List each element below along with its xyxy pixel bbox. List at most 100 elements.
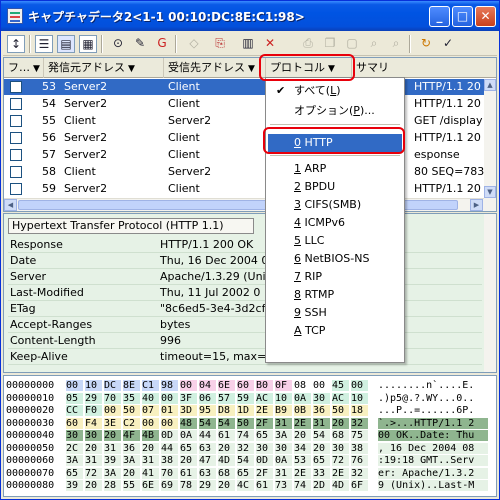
maximize-button[interactable]: □: [452, 6, 473, 27]
hex-byte: F0: [85, 405, 102, 416]
protocol-filter-menu: ✔ すべて(L) オプション(P)... 0 HTTP 1 ARP 2 BPDU 3 C…: [265, 77, 405, 363]
hex-byte: 70: [104, 392, 121, 404]
hex-byte: DC: [104, 380, 121, 391]
packet-list-view-icon[interactable]: ☰: [35, 35, 53, 53]
go-icon[interactable]: G: [153, 35, 171, 53]
column-header-summary[interactable]: サマリ: [352, 58, 496, 78]
table-row[interactable]: 59 Server2 Client HTTP/1.1 20: [4, 181, 484, 197]
hex-byte: 29: [85, 392, 102, 404]
row-checkbox[interactable]: [10, 132, 22, 144]
menu-item-protocol[interactable]: A TCP: [268, 322, 402, 340]
row-checkbox[interactable]: [10, 149, 22, 161]
detail-row[interactable]: Date Thu, 16 Dec 2004 0: [8, 253, 482, 269]
menu-item-protocol[interactable]: 7 RIP: [268, 268, 402, 286]
column-header-destination[interactable]: 受信先アドレス ▼: [164, 58, 266, 78]
table-row[interactable]: 54 Server2 Client HTTP/1.1 20: [4, 96, 484, 112]
hex-byte: 31: [275, 467, 292, 479]
find-icon[interactable]: ⌕: [365, 35, 383, 53]
toolbar-separator: [175, 35, 177, 53]
hex-view-icon[interactable]: ▦: [79, 35, 97, 53]
split-view-icon[interactable]: ↕: [7, 35, 25, 53]
menu-item-protocol[interactable]: 3 CIFS(SMB): [268, 196, 402, 214]
hex-byte: 55: [123, 480, 140, 491]
detail-view-icon[interactable]: ▤: [57, 35, 75, 53]
menu-item-protocol[interactable]: 1 ARP: [268, 160, 402, 178]
menu-item-all[interactable]: ✔ すべて(L): [268, 82, 402, 100]
menu-item-options[interactable]: オプション(P)...: [268, 102, 402, 120]
column-sort-icon: ▼: [248, 64, 255, 74]
detail-row[interactable]: Content-Length 996: [8, 333, 482, 349]
packet-list-horizontal-scrollbar[interactable]: ◀ ▶: [4, 198, 484, 211]
hex-ascii: .)p5@.?.WY...0..: [378, 392, 475, 404]
hex-byte: 30: [332, 442, 349, 454]
tag-icon[interactable]: ◇: [185, 35, 203, 53]
print-icon[interactable]: ⎙: [299, 35, 317, 53]
row-checkbox[interactable]: [10, 183, 22, 195]
packet-list-header: フ… ▼ 発信元アドレス ▼ 受信先アドレス ▼ プロトコル ▼ サマリ: [4, 58, 496, 78]
hex-row[interactable]: 00000030 60 F4 3E C2 00 00 48 54 54 50 2F 31 2E 31 20 32…: [4, 417, 496, 429]
hex-row[interactable]: 00000010 05 29 70 35 40 00 3F 06 57 59 AC 10 0A 30 AC 10…: [4, 392, 496, 404]
hex-byte: 30: [85, 430, 102, 441]
close-button[interactable]: ✕: [475, 6, 496, 27]
column-sort-icon: ▼: [33, 64, 40, 74]
table-row[interactable]: 57 Server2 Client esponse: [4, 147, 484, 163]
detail-row[interactable]: Accept-Ranges bytes: [8, 317, 482, 333]
table-row[interactable]: 55 Client Server2 GET /display: [4, 113, 484, 129]
scroll-left-icon[interactable]: ◀: [4, 199, 17, 211]
table-row[interactable]: 58 Client Server2 80 SEQ=78387: [4, 164, 496, 180]
column-header-source[interactable]: 発信元アドレス ▼: [44, 58, 164, 78]
scroll-down-icon[interactable]: ▼: [484, 186, 496, 198]
paste-icon[interactable]: ▢: [343, 35, 361, 53]
menu-item-protocol[interactable]: 5 LLC: [268, 232, 402, 250]
table-row[interactable]: 53 Server2 Client HTTP/1.1 20: [4, 79, 484, 95]
hex-row[interactable]: 00000040 30 30 20 4F 4B 0D 0A 44 61 74 65 3A 20 54 68 75…: [4, 430, 496, 441]
minimize-icon: _: [436, 9, 443, 23]
hex-row[interactable]: 00000060 3A 31 39 3A 31 38 20 47 4D 54 0D 0A 53 65 72 76…: [4, 455, 496, 466]
detail-row[interactable]: ETag "8c6ed5-3e4-3d2cfa: [8, 301, 482, 317]
menu-item-protocol[interactable]: 8 RTMP: [268, 286, 402, 304]
hex-row[interactable]: 00000020 CC F0 00 50 07 01 3D 95 D8 1D 2E B9 0B 36 50 18…: [4, 405, 496, 416]
row-checkbox[interactable]: [10, 115, 22, 127]
export-icon[interactable]: ⎘: [211, 35, 229, 53]
detail-row[interactable]: Last-Modified Thu, 11 Jul 2002 0: [8, 285, 482, 301]
hex-byte: C1: [142, 380, 159, 391]
title-bar[interactable]: キャプチャデータ2<1-1 00:10:DC:8E:C1:98> _ □ ✕: [1, 1, 499, 31]
scroll-right-icon[interactable]: ▶: [470, 199, 483, 211]
delete-icon[interactable]: ✕: [261, 35, 279, 53]
hex-row[interactable]: 00000070 65 72 3A 20 41 70 61 63 68 65 2F 31 2E 33 2E 32…: [4, 467, 496, 479]
copy-icon[interactable]: ❐: [321, 35, 339, 53]
hex-row[interactable]: 00000000 00 10 DC 8E C1 98 00 04 6E 60 B0 0F 08 00 45 00…: [4, 380, 496, 391]
hex-row[interactable]: 00000050 2C 20 31 36 20 44 65 63 20 32 30 30 34 20 30 38…: [4, 442, 496, 454]
hex-byte: 41: [142, 467, 159, 479]
mark-icon[interactable]: ✓: [439, 35, 457, 53]
graph-icon[interactable]: ▥: [239, 35, 257, 53]
detail-protocol-title[interactable]: Hypertext Transfer Protocol (HTTP 1.1): [8, 218, 254, 234]
hex-byte: 65: [66, 467, 83, 479]
hex-byte: 30: [313, 392, 330, 404]
menu-item-protocol[interactable]: 4 ICMPv6: [268, 214, 402, 232]
hex-byte: 3A: [275, 430, 292, 441]
column-header-number[interactable]: フ… ▼: [4, 58, 44, 78]
table-row[interactable]: 56 Server2 Client HTTP/1.1 20: [4, 130, 484, 146]
menu-item-protocol[interactable]: 2 BPDU: [268, 178, 402, 196]
menu-item-protocol[interactable]: 6 NetBIOS-NS: [268, 250, 402, 268]
hex-ascii: 9 (Unix)..Last-M: [378, 480, 488, 491]
hex-byte: 10: [275, 392, 292, 404]
minimize-button[interactable]: _: [429, 6, 450, 27]
hex-row[interactable]: 00000080 39 20 28 55 6E 69 78 29 20 4C 61 73 74 2D 4D 6F…: [4, 480, 496, 491]
detail-row[interactable]: Server Apache/1.3.29 (Uni: [8, 269, 482, 285]
row-checkbox[interactable]: [10, 81, 22, 93]
detail-row[interactable]: Keep-Alive timeout=15, max=99: [8, 349, 482, 365]
menu-item-protocol[interactable]: 9 SSH: [268, 304, 402, 322]
edit-filter-icon[interactable]: ✎: [131, 35, 149, 53]
find-next-icon[interactable]: ⌕: [387, 35, 405, 53]
hex-byte: 35: [123, 392, 140, 404]
reload-icon[interactable]: ↻: [417, 35, 435, 53]
row-checkbox[interactable]: [10, 166, 22, 178]
detail-row[interactable]: Response HTTP/1.1 200 OK: [8, 237, 482, 253]
hex-byte: 20: [104, 430, 121, 441]
filter-dropdown-icon[interactable]: ⊙: [109, 35, 127, 53]
detail-vertical-scrollbar[interactable]: [484, 214, 496, 372]
row-checkbox[interactable]: [10, 98, 22, 110]
scroll-up-icon[interactable]: ▲: [484, 79, 496, 91]
